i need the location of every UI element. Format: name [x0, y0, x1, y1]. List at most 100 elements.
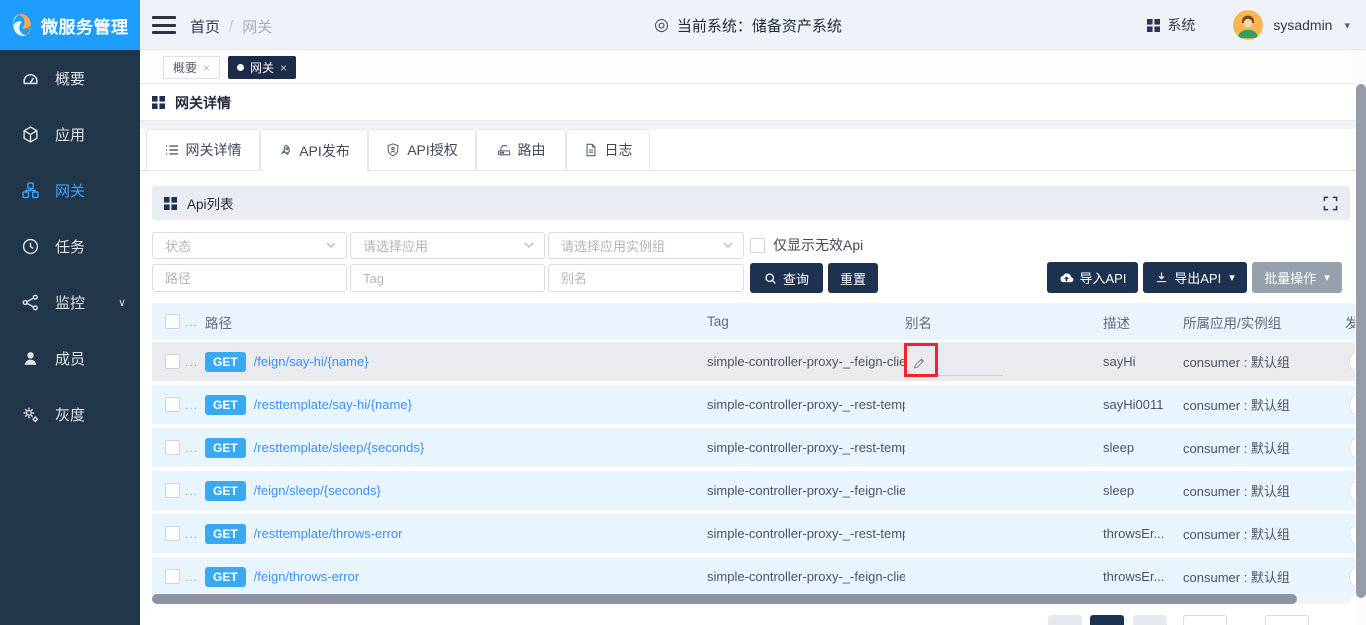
path-link[interactable]: /resttemplate/sleep/{seconds} [254, 440, 425, 455]
username[interactable]: sysadmin [1273, 17, 1332, 33]
import-api-button[interactable]: 导入API [1047, 262, 1138, 293]
table-row[interactable]: ... GET/feign/throws-error simple-contro… [152, 557, 1355, 596]
table-row[interactable]: ... GET/resttemplate/sleep/{seconds} sim… [152, 428, 1355, 467]
tab-api-auth[interactable]: API授权 [368, 129, 476, 171]
app-logo[interactable]: 微服务管理 [0, 0, 140, 50]
path-link[interactable]: /feign/sleep/{seconds} [254, 483, 381, 498]
col-desc: 描述 [1103, 312, 1183, 332]
breadcrumb: 首页 / 网关 [190, 16, 272, 37]
row-checkbox[interactable] [165, 397, 180, 412]
chevron-down-icon [524, 242, 534, 249]
close-icon[interactable]: × [203, 61, 210, 75]
row-checkbox[interactable] [165, 483, 180, 498]
breadcrumb-home[interactable]: 首页 [190, 16, 220, 37]
path-link[interactable]: /feign/throws-error [254, 569, 359, 584]
tab-logs[interactable]: 日志 [566, 129, 650, 171]
page-title: 网关详情 [175, 93, 231, 113]
fullscreen-icon[interactable] [1323, 196, 1338, 211]
desc-cell: throwsEr... [1103, 569, 1183, 584]
table-row[interactable]: ... GET/resttemplate/say-hi/{name} simpl… [152, 385, 1355, 424]
select-all-checkbox[interactable] [165, 314, 180, 329]
tab-route[interactable]: 路由 [476, 129, 566, 171]
tag-input[interactable] [350, 264, 545, 292]
member-icon [22, 350, 39, 367]
method-badge: GET [205, 567, 246, 587]
horizontal-scrollbar[interactable] [152, 594, 1352, 604]
desc-cell: sleep [1103, 483, 1183, 498]
path-link[interactable]: /resttemplate/throws-error [254, 526, 403, 541]
publish-toggle[interactable] [1349, 522, 1355, 546]
method-badge: GET [205, 395, 246, 415]
app-cell: consumer : 默认组 [1183, 438, 1345, 457]
alias-cell[interactable] [905, 385, 1103, 424]
alias-cell[interactable] [905, 514, 1103, 553]
table-row[interactable]: ... GET/feign/say-hi/{name} simple-contr… [152, 342, 1355, 381]
alias-input[interactable] [548, 264, 744, 292]
table-row[interactable]: ... GET/resttemplate/throws-error simple… [152, 514, 1355, 553]
vertical-scrollbar-thumb[interactable] [1356, 84, 1366, 598]
path-input[interactable] [152, 264, 347, 292]
monitor-icon [22, 294, 39, 311]
opened-tab-gateway[interactable]: 网关 × [228, 56, 296, 79]
alias-cell[interactable] [905, 342, 1103, 381]
pagination-size-select[interactable] [1183, 615, 1227, 625]
publish-toggle[interactable] [1349, 350, 1355, 374]
tag-cell: simple-controller-proxy-_-rest-temp [707, 397, 905, 412]
sidebar-item-tasks[interactable]: 任务 [0, 218, 140, 274]
table-row[interactable]: ... GET/feign/sleep/{seconds} simple-con… [152, 471, 1355, 510]
tab-gateway-detail[interactable]: 网关详情 [146, 129, 260, 171]
instance-group-select[interactable]: 请选择应用实例组 [548, 232, 744, 259]
row-checkbox[interactable] [165, 569, 180, 584]
system-menu[interactable]: 系统 [1147, 15, 1195, 35]
sidebar-item-gateway[interactable]: 网关 [0, 162, 140, 218]
pagination-next-button[interactable] [1133, 615, 1167, 625]
pagination-jump-input[interactable] [1265, 615, 1309, 625]
invalid-only-checkbox-row: 仅显示无效Api [750, 235, 863, 255]
tab-api-publish[interactable]: API发布 [260, 129, 368, 172]
publish-toggle[interactable] [1349, 393, 1355, 417]
col-tag: Tag [707, 314, 905, 329]
reset-button[interactable]: 重置 [828, 263, 878, 293]
status-select[interactable]: 状态 [152, 232, 347, 259]
export-api-button[interactable]: 导出API ▾ [1143, 262, 1247, 293]
publish-toggle[interactable] [1349, 436, 1355, 460]
path-link[interactable]: /feign/say-hi/{name} [254, 354, 369, 369]
sidebar-item-monitor[interactable]: 监控 ∨ [0, 274, 140, 330]
app-title: 微服务管理 [41, 13, 129, 38]
avatar[interactable] [1233, 10, 1263, 40]
pagination-page-active[interactable] [1090, 615, 1124, 625]
vertical-scrollbar[interactable] [1356, 50, 1366, 625]
sidebar-item-applications[interactable]: 应用 [0, 106, 140, 162]
sidebar-item-members[interactable]: 成员 [0, 330, 140, 386]
application-select[interactable]: 请选择应用 [350, 232, 545, 259]
table-header-row: ... 路径 Tag 别名 描述 所属应用/实例组 发布状态 [152, 303, 1355, 340]
path-link[interactable]: /resttemplate/say-hi/{name} [254, 397, 412, 412]
sidebar-item-gray-release[interactable]: 灰度 [0, 386, 140, 442]
sidebar: 概要 应用 网关 任务 监控 ∨ 成员 灰度 [0, 50, 140, 625]
horizontal-scrollbar-thumb[interactable] [152, 594, 1297, 604]
breadcrumb-separator: / [229, 18, 233, 35]
pagination-prev-button[interactable] [1048, 615, 1082, 625]
batch-actions-button[interactable]: 批量操作 ▾ [1252, 262, 1342, 293]
method-badge: GET [205, 438, 246, 458]
alias-cell[interactable] [905, 471, 1103, 510]
invalid-only-checkbox[interactable] [750, 238, 765, 253]
row-checkbox[interactable] [165, 526, 180, 541]
alias-cell[interactable] [905, 557, 1103, 596]
publish-toggle[interactable] [1349, 565, 1355, 589]
close-icon[interactable]: × [280, 61, 287, 75]
user-caret-icon[interactable]: ▾ [1344, 19, 1350, 32]
search-button[interactable]: 查询 [750, 263, 823, 293]
tag-cell: simple-controller-proxy-_-rest-temp [707, 526, 905, 541]
row-checkbox[interactable] [165, 440, 180, 455]
alias-editable-field[interactable] [905, 350, 1003, 376]
opened-tab-overview[interactable]: 概要 × [163, 56, 220, 79]
sidebar-item-overview[interactable]: 概要 [0, 50, 140, 106]
gray-release-icon [22, 406, 39, 423]
row-checkbox[interactable] [165, 354, 180, 369]
publish-toggle[interactable] [1349, 479, 1355, 503]
menu-toggle-icon[interactable] [152, 16, 176, 34]
route-icon [497, 143, 511, 157]
alias-cell[interactable] [905, 428, 1103, 467]
caret-down-icon: ▾ [1229, 271, 1235, 284]
